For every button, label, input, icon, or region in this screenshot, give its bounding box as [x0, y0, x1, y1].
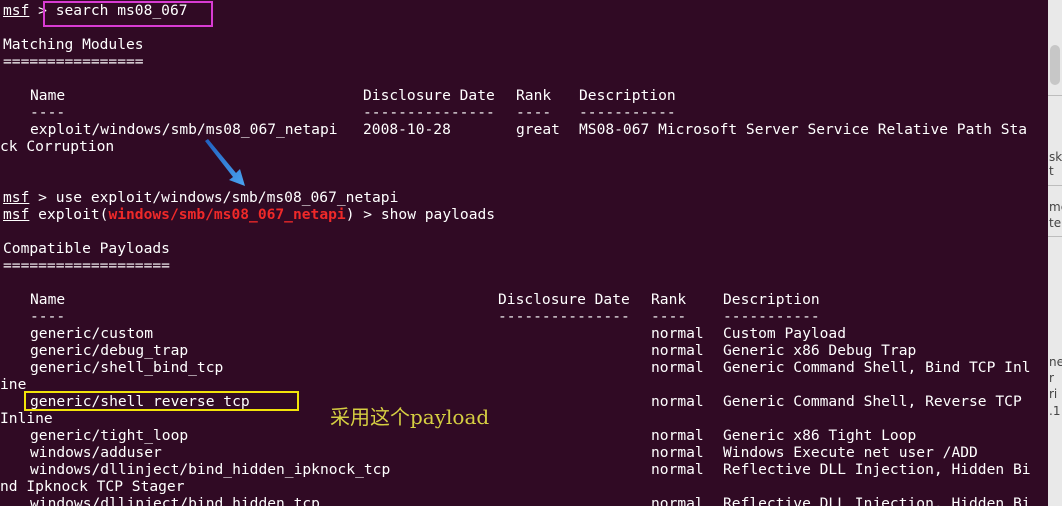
payload-name: generic/tight_loop — [30, 427, 189, 444]
divider — [1048, 185, 1062, 186]
sep-name: ---- — [30, 308, 66, 325]
divider — [1048, 95, 1062, 96]
side-text-fragment: te — [1049, 216, 1062, 230]
exploit-suffix: ) > — [345, 206, 381, 223]
payload-desc: Reflective DLL Injection, Hidden Bi — [723, 461, 1031, 478]
sep-rank: ---- — [651, 308, 687, 325]
payload-desc-wrap: ine — [0, 376, 27, 393]
divider — [1048, 236, 1062, 237]
background-window-edge: sk t me te ne r ri .1 — [1048, 0, 1062, 506]
col-desc-header: Description — [723, 291, 820, 308]
payload-rank: normal — [651, 495, 704, 506]
col-rank-header: Rank — [651, 291, 687, 308]
sep-desc: ----------- — [723, 308, 820, 325]
arrow-annotation-icon — [205, 139, 245, 186]
payload-desc: Reflective DLL Injection, Hidden Bi — [723, 495, 1031, 506]
exploit-prefix: exploit( — [38, 206, 109, 223]
compatible-payloads-header: Compatible Payloads — [3, 240, 170, 257]
msf-prompt: msf — [3, 206, 30, 223]
payload-name: windows/adduser — [30, 444, 162, 461]
col-name-header: Name — [30, 291, 66, 308]
side-text-fragment: r — [1049, 371, 1054, 385]
payload-rank: normal — [651, 393, 704, 410]
compatible-payloads-rule: =================== — [3, 257, 170, 274]
prompt-line-show-payloads: msf exploit(windows/smb/ms08_067_netapi)… — [3, 206, 495, 223]
col-rank-header: Rank — [516, 87, 552, 104]
payload-name: windows/dllinject/bind_hidden_tcp — [30, 495, 320, 506]
side-text-fragment: t — [1049, 164, 1054, 178]
payload-desc: Generic Command Shell, Bind TCP Inl — [723, 359, 1031, 376]
col-date-header: Disclosure Date — [363, 87, 495, 104]
module-date: 2008-10-28 — [363, 121, 451, 138]
col-desc-header: Description — [579, 87, 676, 104]
payload-desc-wrap: Inline — [0, 410, 53, 427]
payload-name: windows/dllinject/bind_hidden_ipknock_tc… — [30, 461, 391, 478]
payload-desc-wrap: nd Ipknock TCP Stager — [0, 478, 185, 495]
payload-rank: normal — [651, 444, 704, 461]
side-text-fragment: sk — [1049, 150, 1062, 164]
show-payloads-command: show payloads — [380, 206, 496, 223]
payload-desc: Generic Command Shell, Reverse TCP — [723, 393, 1022, 410]
payload-desc: Generic x86 Debug Trap — [723, 342, 917, 359]
payload-rank: normal — [651, 427, 704, 444]
sep-date: --------------- — [498, 308, 630, 325]
payload-highlight-box — [24, 391, 299, 411]
payload-desc: Custom Payload — [723, 325, 847, 342]
side-text-fragment: ne — [1049, 355, 1062, 369]
terminal-window[interactable]: msf > search ms08_067 Matching Modules =… — [0, 0, 1048, 506]
col-date-header: Disclosure Date — [498, 291, 630, 308]
payload-name: generic/debug_trap — [30, 342, 189, 359]
sep-date: --------------- — [363, 104, 495, 121]
payload-rank: normal — [651, 359, 704, 376]
payload-name: generic/shell_bind_tcp — [30, 359, 224, 376]
side-text-fragment: ri — [1049, 387, 1058, 401]
payload-rank: normal — [651, 342, 704, 359]
payload-rank: normal — [651, 461, 704, 478]
scrollbar-thumb[interactable] — [1050, 45, 1060, 85]
module-desc: MS08-067 Microsoft Server Service Relati… — [579, 121, 1028, 138]
payload-desc: Windows Execute net user /ADD — [723, 444, 978, 461]
module-rank: great — [516, 121, 560, 138]
payload-annotation-label: 采用这个payload — [330, 405, 490, 429]
payload-rank: normal — [651, 325, 704, 342]
side-text-fragment: me — [1049, 200, 1062, 214]
sep-desc: ----------- — [579, 104, 676, 121]
payload-desc: Generic x86 Tight Loop — [723, 427, 917, 444]
side-text-fragment: .1 — [1049, 404, 1061, 418]
payload-name: generic/custom — [30, 325, 154, 342]
exploit-module-name: windows/smb/ms08_067_netapi — [108, 206, 346, 223]
sep-rank: ---- — [516, 104, 552, 121]
